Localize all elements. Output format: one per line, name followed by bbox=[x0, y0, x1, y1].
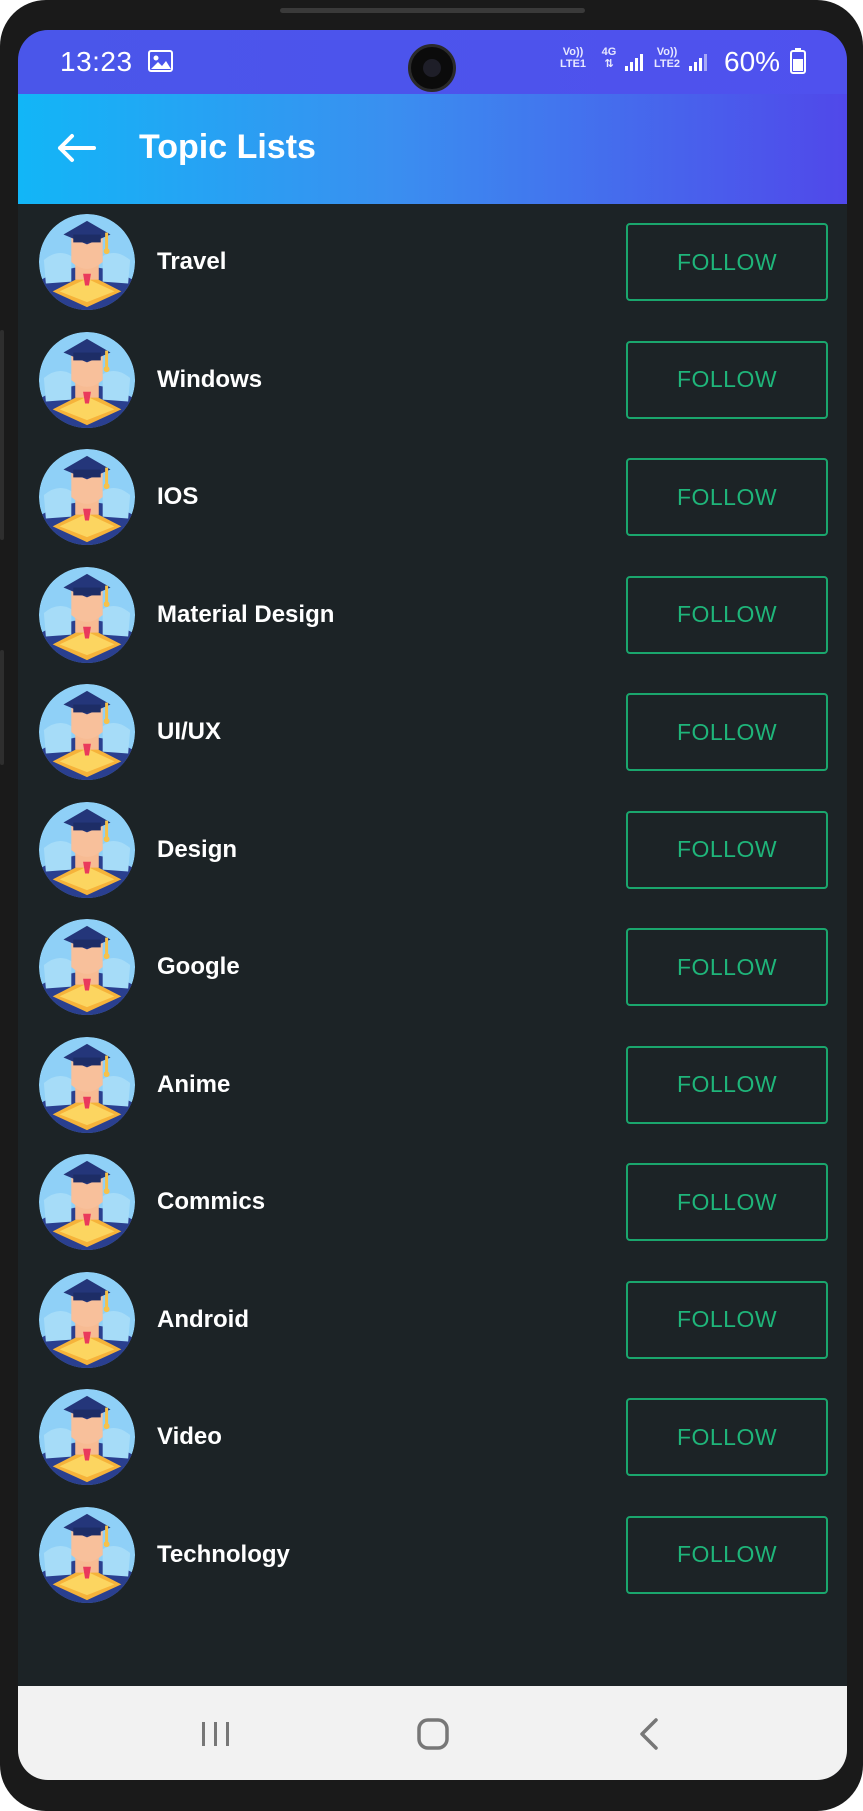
topic-row-android: Android FOLLOW bbox=[18, 1262, 847, 1380]
graduate-avatar-icon bbox=[38, 1153, 136, 1251]
follow-button[interactable]: FOLLOW bbox=[626, 1045, 828, 1124]
topic-name: Travel bbox=[157, 248, 227, 275]
topic-name: Anime bbox=[157, 1070, 231, 1098]
graduate-avatar-icon bbox=[38, 1388, 136, 1486]
back-button[interactable] bbox=[50, 122, 102, 174]
power-button bbox=[0, 650, 4, 765]
battery-icon bbox=[790, 48, 806, 74]
topic-row-ios: IOS FOLLOW bbox=[18, 439, 847, 557]
phone-speaker bbox=[280, 8, 585, 13]
graduate-avatar-icon bbox=[38, 1506, 136, 1603]
topic-row-technology: Technology FOLLOW bbox=[18, 1497, 847, 1615]
graduate-avatar-icon bbox=[38, 1271, 136, 1368]
network-type-indicator: 4G ⇅ bbox=[601, 46, 617, 70]
system-nav-bar bbox=[18, 1686, 847, 1780]
topic-row-material-design: Material Design FOLLOW bbox=[18, 557, 847, 675]
sim2-indicator: Vo)) LTE2 bbox=[653, 46, 681, 70]
signal-icon bbox=[689, 54, 707, 71]
follow-button[interactable]: FOLLOW bbox=[626, 223, 828, 301]
recent-apps-icon[interactable] bbox=[196, 1714, 236, 1754]
topic-row-ui-ux: UI/UX FOLLOW bbox=[18, 674, 847, 792]
battery-percentage: 60% bbox=[724, 46, 781, 77]
topic-name: Commics bbox=[157, 1188, 266, 1215]
screen: 13:23 Vo)) LTE1 4G ⇅ Vo)) LTE2 60% Topic… bbox=[18, 30, 847, 1780]
topic-row-windows: Windows FOLLOW bbox=[18, 322, 847, 440]
follow-button[interactable]: FOLLOW bbox=[626, 340, 828, 419]
topic-name: UI/UX bbox=[157, 718, 222, 745]
front-camera bbox=[408, 44, 456, 92]
graduate-avatar-icon bbox=[38, 331, 136, 428]
follow-button[interactable]: FOLLOW bbox=[626, 693, 828, 771]
graduate-avatar-icon bbox=[38, 683, 136, 781]
graduate-avatar-icon bbox=[38, 1036, 136, 1133]
topic-row-commics: Commics FOLLOW bbox=[18, 1144, 847, 1262]
topic-name: Windows bbox=[157, 365, 263, 393]
topic-row-video: Video FOLLOW bbox=[18, 1379, 847, 1497]
topic-row-google: Google FOLLOW bbox=[18, 909, 847, 1027]
follow-button[interactable]: FOLLOW bbox=[626, 575, 828, 654]
topic-name: Material Design bbox=[157, 600, 335, 628]
follow-button[interactable]: FOLLOW bbox=[626, 1163, 828, 1241]
graduate-avatar-icon bbox=[38, 448, 136, 546]
topic-row-anime: Anime FOLLOW bbox=[18, 1027, 847, 1145]
follow-button[interactable]: FOLLOW bbox=[626, 928, 828, 1006]
app-bar: Topic Lists bbox=[18, 94, 847, 204]
topic-row-travel: Travel FOLLOW bbox=[18, 204, 847, 322]
topic-list: Travel FOLLOW Windows FOLLOW IOS FOLLOW … bbox=[18, 204, 847, 1614]
back-icon[interactable] bbox=[630, 1714, 670, 1754]
graduate-avatar-icon bbox=[38, 801, 136, 898]
follow-button[interactable]: FOLLOW bbox=[626, 458, 828, 536]
phone-frame: 13:23 Vo)) LTE1 4G ⇅ Vo)) LTE2 60% Topic… bbox=[0, 0, 863, 1811]
follow-button[interactable]: FOLLOW bbox=[626, 810, 828, 889]
topic-name: Android bbox=[157, 1305, 249, 1333]
follow-button[interactable]: FOLLOW bbox=[626, 1515, 828, 1594]
topic-name: Technology bbox=[157, 1540, 290, 1568]
graduate-avatar-icon bbox=[38, 566, 136, 663]
arrow-left-icon bbox=[58, 134, 96, 162]
topic-name: Video bbox=[157, 1423, 222, 1450]
home-icon[interactable] bbox=[413, 1714, 453, 1754]
graduate-avatar-icon bbox=[38, 213, 136, 311]
topic-name: Google bbox=[157, 953, 240, 980]
topic-name: Design bbox=[157, 835, 238, 863]
status-time: 13:23 bbox=[60, 46, 133, 77]
page-title: Topic Lists bbox=[139, 128, 316, 166]
follow-button[interactable]: FOLLOW bbox=[626, 1398, 828, 1476]
topic-name: IOS bbox=[157, 483, 199, 510]
gallery-icon bbox=[148, 50, 173, 72]
graduate-avatar-icon bbox=[38, 918, 136, 1016]
signal-icon bbox=[625, 54, 643, 71]
volume-button bbox=[0, 330, 4, 540]
sim1-indicator: Vo)) LTE1 bbox=[559, 46, 587, 70]
topic-row-design: Design FOLLOW bbox=[18, 792, 847, 910]
follow-button[interactable]: FOLLOW bbox=[626, 1280, 828, 1359]
status-bar: 13:23 Vo)) LTE1 4G ⇅ Vo)) LTE2 60% bbox=[18, 30, 847, 94]
